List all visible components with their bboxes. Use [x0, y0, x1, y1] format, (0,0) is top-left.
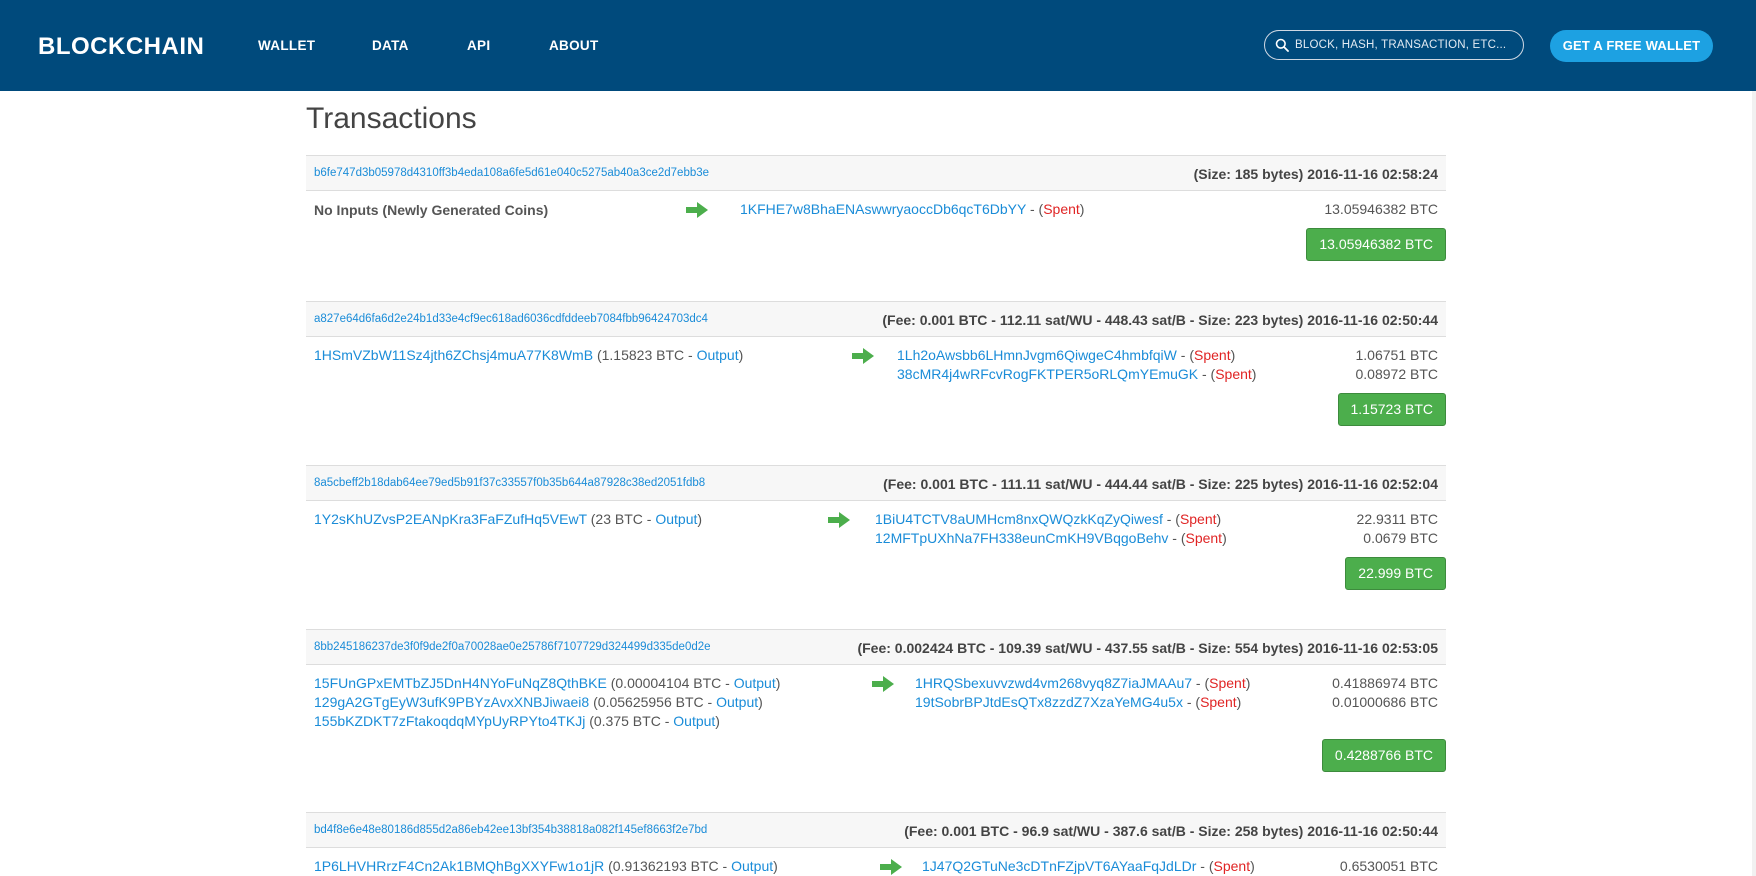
input-line: 1HSmVZbW11Sz4jth6ZChsj4muA77K8WmB (1.158…	[314, 347, 744, 363]
output-link[interactable]: Output	[734, 675, 776, 691]
output-line: 1J47Q2GTuNe3cDTnFZjpVT6AYaaFqJdLDr - (Sp…	[922, 858, 1255, 874]
output-line: 19tSobrBPJtdEsQTx8zzdZ7XzaYeMG4u5x - (Sp…	[915, 694, 1242, 710]
tx-meta: (Fee: 0.001 BTC - 111.11 sat/WU - 444.44…	[883, 476, 1438, 492]
output-link[interactable]: Output	[655, 511, 697, 527]
total-amount-button[interactable]: 22.999 BTC	[1345, 557, 1446, 590]
input-line: 155bKZDKT7zFtakoqdqMYpUyRPYto4TKJj (0.37…	[314, 713, 720, 729]
tx-meta: (Size: 185 bytes) 2016-11-16 02:58:24	[1193, 166, 1438, 182]
output-link[interactable]: Output	[731, 858, 773, 874]
transaction-block: 8bb245186237de3f0f9de2f0a70028ae0e25786f…	[306, 629, 1446, 773]
arrow-right-icon	[686, 202, 708, 218]
output-line: 1BiU4TCTV8aUMHcm8nxQWQzkKqZyQiwesf - (Sp…	[875, 511, 1222, 527]
transaction-header: a827e64d6fa6d2e24b1d33e4cf9ec618ad6036cd…	[306, 301, 1446, 337]
output-link[interactable]: Output	[673, 713, 715, 729]
page-title: Transactions	[306, 102, 477, 135]
spent-link[interactable]: Spent	[1185, 530, 1222, 546]
input-amount: 1.15823 BTC	[601, 347, 685, 363]
transaction-header: 8a5cbeff2b18dab64ee79ed5b91f37c33557f0b3…	[306, 465, 1446, 501]
spent-link[interactable]: Spent	[1214, 858, 1251, 874]
transaction-block: b6fe747d3b05978d4310ff3b4eda108a6fe5d61e…	[306, 155, 1446, 265]
input-amount: 0.91362193 BTC	[612, 858, 719, 874]
spent-link[interactable]: Spent	[1215, 366, 1252, 382]
output-address-link[interactable]: 1Lh2oAwsbb6LHmnJvgm6QiwgeC4hmbfqiW	[897, 347, 1177, 363]
output-amount: 0.08972 BTC	[1355, 366, 1439, 382]
output-line: 1Lh2oAwsbb6LHmnJvgm6QiwgeC4hmbfqiW - (Sp…	[897, 347, 1236, 363]
input-address-link[interactable]: 1HSmVZbW11Sz4jth6ZChsj4muA77K8WmB	[314, 347, 593, 363]
output-amount: 13.05946382 BTC	[1324, 201, 1438, 217]
arrow-right-icon	[880, 859, 902, 875]
tx-meta: (Fee: 0.001 BTC - 96.9 sat/WU - 387.6 sa…	[904, 823, 1438, 839]
spent-link[interactable]: Spent	[1194, 347, 1231, 363]
output-line: 38cMR4j4wRFcvRogFKTPER5oRLQmYEmuGK - (Sp…	[897, 366, 1257, 382]
input-address-link[interactable]: 15FUnGPxEMTbZJ5DnH4NYoFuNqZ8QthBKE	[314, 675, 607, 691]
arrow-right-icon	[872, 676, 894, 692]
output-address-link[interactable]: 38cMR4j4wRFcvRogFKTPER5oRLQmYEmuGK	[897, 366, 1198, 382]
input-amount: 23 BTC	[595, 511, 643, 527]
total-amount-button[interactable]: 13.05946382 BTC	[1306, 228, 1446, 261]
tx-hash-link[interactable]: 8a5cbeff2b18dab64ee79ed5b91f37c33557f0b3…	[314, 476, 705, 490]
get-free-wallet-button[interactable]: GET A FREE WALLET	[1550, 30, 1713, 62]
output-amount: 0.01000686 BTC	[1332, 694, 1438, 710]
output-amount: 0.0679 BTC	[1363, 530, 1438, 546]
output-amount: 1.06751 BTC	[1355, 347, 1439, 363]
tx-meta: (Fee: 0.002424 BTC - 109.39 sat/WU - 437…	[857, 640, 1438, 656]
arrow-right-icon	[852, 348, 874, 364]
top-navbar: BLOCKCHAIN WALLET DATA API ABOUT GET A F…	[0, 0, 1756, 91]
transaction-header: bd4f8e6e48e80186d855d2a86eb42ee13bf354b3…	[306, 812, 1446, 848]
input-amount: 0.00004104 BTC	[615, 675, 722, 691]
spent-link[interactable]: Spent	[1180, 511, 1217, 527]
input-amount: 0.05625956 BTC	[597, 694, 704, 710]
output-amount: 22.9311 BTC	[1356, 511, 1438, 527]
transaction-header: 8bb245186237de3f0f9de2f0a70028ae0e25786f…	[306, 629, 1446, 665]
total-amount-button[interactable]: 1.15723 BTC	[1337, 393, 1446, 426]
nav-wallet[interactable]: WALLET	[258, 38, 315, 54]
nav-about[interactable]: ABOUT	[549, 38, 599, 54]
search-input[interactable]	[1295, 31, 1515, 59]
tx-hash-link[interactable]: a827e64d6fa6d2e24b1d33e4cf9ec618ad6036cd…	[314, 312, 708, 326]
input-line: 1P6LHVHRrzF4Cn2Ak1BMQhBgXXYFw1o1jR (0.91…	[314, 858, 778, 874]
search-box	[1264, 30, 1524, 60]
tx-hash-link[interactable]: bd4f8e6e48e80186d855d2a86eb42ee13bf354b3…	[314, 823, 707, 837]
tx-hash-link[interactable]: 8bb245186237de3f0f9de2f0a70028ae0e25786f…	[314, 640, 711, 654]
input-line: 1Y2sKhUZvsP2EANpKra3FaFZufHq5VEwT (23 BT…	[314, 511, 703, 527]
input-address-link[interactable]: 1P6LHVHRrzF4Cn2Ak1BMQhBgXXYFw1o1jR	[314, 858, 604, 874]
transaction-header: b6fe747d3b05978d4310ff3b4eda108a6fe5d61e…	[306, 155, 1446, 191]
tx-meta: (Fee: 0.001 BTC - 112.11 sat/WU - 448.43…	[882, 312, 1438, 328]
output-link[interactable]: Output	[716, 694, 758, 710]
input-address-link[interactable]: 155bKZDKT7zFtakoqdqMYpUyRPYto4TKJj	[314, 713, 585, 729]
input-line: 129gA2GTgEyW3ufK9PBYzAvxXNBJiwaei8 (0.05…	[314, 694, 763, 710]
input-amount: 0.375 BTC	[593, 713, 661, 729]
output-amount: 0.41886974 BTC	[1332, 675, 1438, 691]
output-line: 12MFTpUXhNa7FH338eunCmKH9VBqgoBehv - (Sp…	[875, 530, 1227, 546]
nav-data[interactable]: DATA	[372, 38, 409, 54]
output-line: 1HRQSbexuvvzwd4vm268vyq8Z7iaJMAAu7 - (Sp…	[915, 675, 1251, 691]
tx-hash-link[interactable]: b6fe747d3b05978d4310ff3b4eda108a6fe5d61e…	[314, 166, 709, 180]
spent-link[interactable]: Spent	[1043, 201, 1080, 217]
scrollbar[interactable]	[1752, 91, 1756, 876]
transaction-block: 8a5cbeff2b18dab64ee79ed5b91f37c33557f0b3…	[306, 465, 1446, 591]
output-link[interactable]: Output	[697, 347, 739, 363]
spent-link[interactable]: Spent	[1209, 675, 1246, 691]
input-address-link[interactable]: 129gA2GTgEyW3ufK9PBYzAvxXNBJiwaei8	[314, 694, 589, 710]
output-address-link[interactable]: 12MFTpUXhNa7FH338eunCmKH9VBqgoBehv	[875, 530, 1168, 546]
output-line: 1KFHE7w8BhaENAswwryaoccDb6qcT6DbYY - (Sp…	[740, 201, 1085, 217]
output-amount: 0.6530051 BTC	[1339, 858, 1438, 874]
transaction-block: a827e64d6fa6d2e24b1d33e4cf9ec618ad6036cd…	[306, 301, 1446, 427]
output-address-link[interactable]: 19tSobrBPJtdEsQTx8zzdZ7XzaYeMG4u5x	[915, 694, 1183, 710]
total-amount-button[interactable]: 0.4288766 BTC	[1321, 739, 1446, 772]
input-address-link[interactable]: 1Y2sKhUZvsP2EANpKra3FaFZufHq5VEwT	[314, 511, 587, 527]
nav-api[interactable]: API	[467, 38, 490, 54]
transaction-block: bd4f8e6e48e80186d855d2a86eb42ee13bf354b3…	[306, 812, 1446, 876]
spent-link[interactable]: Spent	[1200, 694, 1237, 710]
blockchain-logo[interactable]: BLOCKCHAIN	[38, 33, 204, 61]
output-address-link[interactable]: 1J47Q2GTuNe3cDTnFZjpVT6AYaaFqJdLDr	[922, 858, 1196, 874]
no-inputs-label: No Inputs (Newly Generated Coins)	[314, 202, 549, 218]
output-address-link[interactable]: 1BiU4TCTV8aUMHcm8nxQWQzkKqZyQiwesf	[875, 511, 1163, 527]
input-line: 15FUnGPxEMTbZJ5DnH4NYoFuNqZ8QthBKE (0.00…	[314, 675, 781, 691]
output-address-link[interactable]: 1HRQSbexuvvzwd4vm268vyq8Z7iaJMAAu7	[915, 675, 1192, 691]
arrow-right-icon	[828, 512, 850, 528]
search-icon[interactable]	[1275, 38, 1289, 52]
output-address-link[interactable]: 1KFHE7w8BhaENAswwryaoccDb6qcT6DbYY	[740, 201, 1026, 217]
